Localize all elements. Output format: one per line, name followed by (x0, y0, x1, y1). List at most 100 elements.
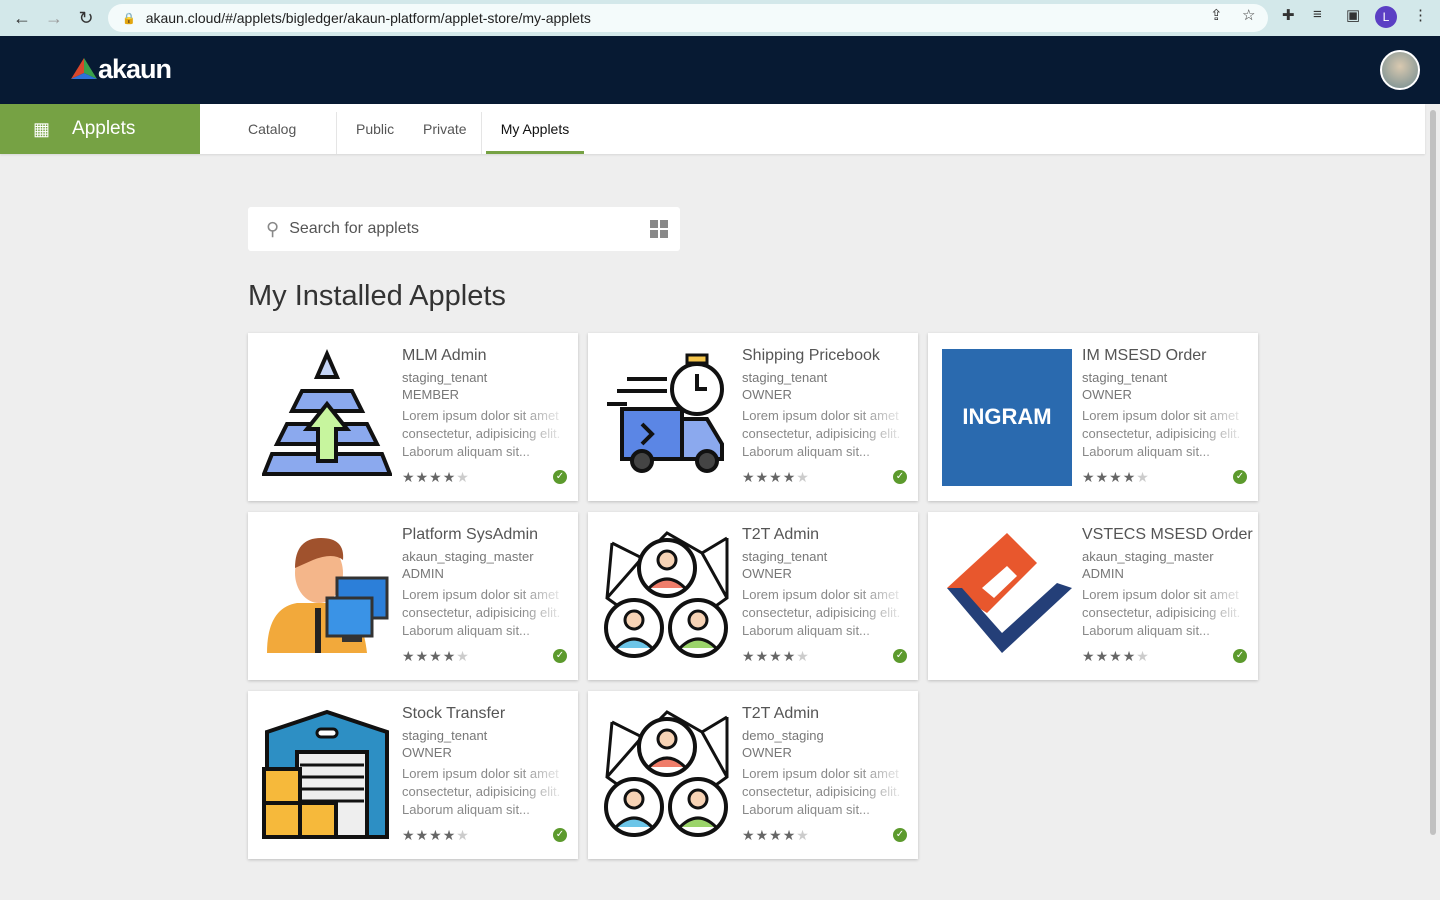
back-icon[interactable]: ← (6, 8, 38, 29)
applet-card[interactable]: T2T Admin staging_tenant OWNER Lorem ipsum … (588, 512, 918, 680)
applet-description: Lorem ipsum dolor sit amet consectetur, … (402, 766, 561, 817)
bookmark-star-icon[interactable]: ☆ (1242, 6, 1255, 24)
installed-check-icon: ✓ (553, 649, 567, 663)
sidepanel-icon[interactable]: ▣ (1346, 6, 1360, 24)
star-icon: ★ (456, 469, 470, 485)
rating-stars: ★★★★★ (742, 648, 810, 665)
applet-role: ADMIN (402, 566, 444, 581)
page-title: My Installed Applets (248, 280, 506, 312)
applet-role: OWNER (1082, 387, 1132, 402)
media-icon[interactable]: ≡ (1313, 6, 1322, 23)
star-icon: ★ (1136, 648, 1150, 664)
search-input[interactable]: ⚲ Search for applets (248, 207, 680, 251)
applet-tenant: staging_tenant (402, 370, 488, 385)
menu-icon[interactable]: ⋮ (1413, 6, 1428, 24)
vstecs-logo (942, 528, 1072, 665)
applet-tenant: akaun_staging_master (1082, 549, 1214, 564)
installed-check-icon: ✓ (893, 828, 907, 842)
star-icon: ★ (442, 469, 457, 485)
applet-title: T2T Admin (742, 526, 820, 543)
ingram-logo: INGRAM (942, 349, 1072, 486)
applet-card[interactable]: INGRAM IM MSESD Order staging_tenant OWNER L… (928, 333, 1258, 501)
applet-description: Lorem ipsum dolor sit amet consectetur, … (742, 766, 901, 817)
akaun-logo[interactable]: akaun (70, 54, 172, 85)
applet-tenant: staging_tenant (402, 728, 488, 743)
applet-tenant: staging_tenant (742, 549, 828, 564)
star-icon: ★ (402, 648, 416, 664)
applet-card[interactable]: VSTECS MSESD Order akaun_staging_master AD… (928, 512, 1258, 680)
search-placeholder: Search for applets (289, 220, 420, 237)
star-icon: ★ (1082, 648, 1096, 664)
lock-icon: 🔒 (122, 12, 136, 25)
star-icon: ★ (742, 648, 756, 664)
extensions-icon[interactable]: ✚ (1282, 6, 1295, 24)
applet-tenant: staging_tenant (742, 370, 828, 385)
star-icon: ★ (755, 469, 770, 485)
applet-title: MLM Admin (402, 347, 487, 364)
star-icon: ★ (782, 827, 797, 843)
star-icon: ★ (456, 827, 470, 843)
applet-tenant: akaun_staging_master (402, 549, 534, 564)
reload-icon[interactable]: ↻ (70, 8, 102, 29)
pyramid-growth-icon (261, 348, 393, 486)
star-icon: ★ (456, 648, 470, 664)
tab-public[interactable]: Public (356, 104, 394, 154)
applet-description: Lorem ipsum dolor sit amet consectetur, … (742, 408, 901, 459)
applet-role: OWNER (402, 745, 452, 760)
tab-my-applets[interactable]: My Applets (486, 104, 584, 154)
star-icon: ★ (429, 469, 443, 485)
tab-catalog[interactable]: Catalog (248, 104, 296, 154)
star-icon: ★ (429, 648, 443, 664)
applet-card[interactable]: Stock Transfer staging_tenant OWNER Lorem i… (248, 691, 578, 859)
applet-card[interactable]: Shipping Pricebook staging_tenant OWNER Lor… (588, 333, 918, 501)
applet-role: OWNER (742, 387, 792, 402)
user-avatar[interactable] (1380, 50, 1420, 90)
profile-avatar[interactable]: L (1375, 6, 1397, 28)
star-icon: ★ (402, 469, 416, 485)
applet-card[interactable]: Platform SysAdmin akaun_staging_master ADM… (248, 512, 578, 680)
applet-role: ADMIN (1082, 566, 1124, 581)
star-icon: ★ (415, 827, 430, 843)
applet-tenant: staging_tenant (1082, 370, 1168, 385)
applet-description: Lorem ipsum dolor sit amet consectetur, … (742, 587, 901, 638)
applet-title: VSTECS MSESD Order (1082, 526, 1253, 543)
applet-title: Stock Transfer (402, 705, 506, 722)
applet-description: Lorem ipsum dolor sit amet consectetur, … (402, 408, 561, 459)
applet-role: MEMBER (402, 387, 460, 402)
star-icon: ★ (1122, 648, 1137, 664)
star-icon: ★ (1095, 469, 1110, 485)
rating-stars: ★★★★★ (742, 469, 810, 486)
network-people-icon (602, 707, 732, 844)
star-icon: ★ (442, 827, 457, 843)
star-icon: ★ (742, 469, 756, 485)
star-icon: ★ (415, 648, 430, 664)
sysadmin-icon (262, 528, 392, 665)
star-icon: ★ (1136, 469, 1150, 485)
view-toggle-icon[interactable] (650, 220, 668, 238)
applet-title: IM MSESD Order (1082, 347, 1207, 364)
applets-section[interactable]: ▦ Applets (0, 104, 200, 154)
applet-description: Lorem ipsum dolor sit amet consectetur, … (1082, 587, 1241, 638)
scrollbar[interactable] (1428, 104, 1438, 835)
applet-description: Lorem ipsum dolor sit amet consectetur, … (1082, 408, 1241, 459)
rating-stars: ★★★★★ (1082, 469, 1150, 486)
rating-stars: ★★★★★ (1082, 648, 1150, 665)
applet-card[interactable]: MLM Admin staging_tenant MEMBER Lorem ipsum… (248, 333, 578, 501)
star-icon: ★ (1109, 648, 1123, 664)
applet-title: Shipping Pricebook (742, 347, 880, 364)
address-bar[interactable]: 🔒 akaun.cloud/#/applets/bigledger/akaun-p… (108, 4, 1268, 32)
rating-stars: ★★★★★ (402, 469, 470, 486)
star-icon: ★ (442, 648, 457, 664)
forward-icon[interactable]: → (38, 8, 70, 29)
installed-check-icon: ✓ (1233, 649, 1247, 663)
share-icon[interactable]: ⇪ (1210, 6, 1223, 24)
sub-navigation: ▦ Applets Catalog Public Private My Apple… (0, 104, 1425, 154)
applet-title: Platform SysAdmin (402, 526, 539, 543)
tab-private[interactable]: Private (423, 104, 467, 154)
star-icon: ★ (769, 827, 783, 843)
rating-stars: ★★★★★ (742, 827, 810, 844)
applet-card[interactable]: T2T Admin demo_staging OWNER Lorem ipsum do… (588, 691, 918, 859)
akaun-logo-icon (71, 57, 97, 79)
star-icon: ★ (769, 648, 783, 664)
warehouse-icon (262, 707, 392, 844)
